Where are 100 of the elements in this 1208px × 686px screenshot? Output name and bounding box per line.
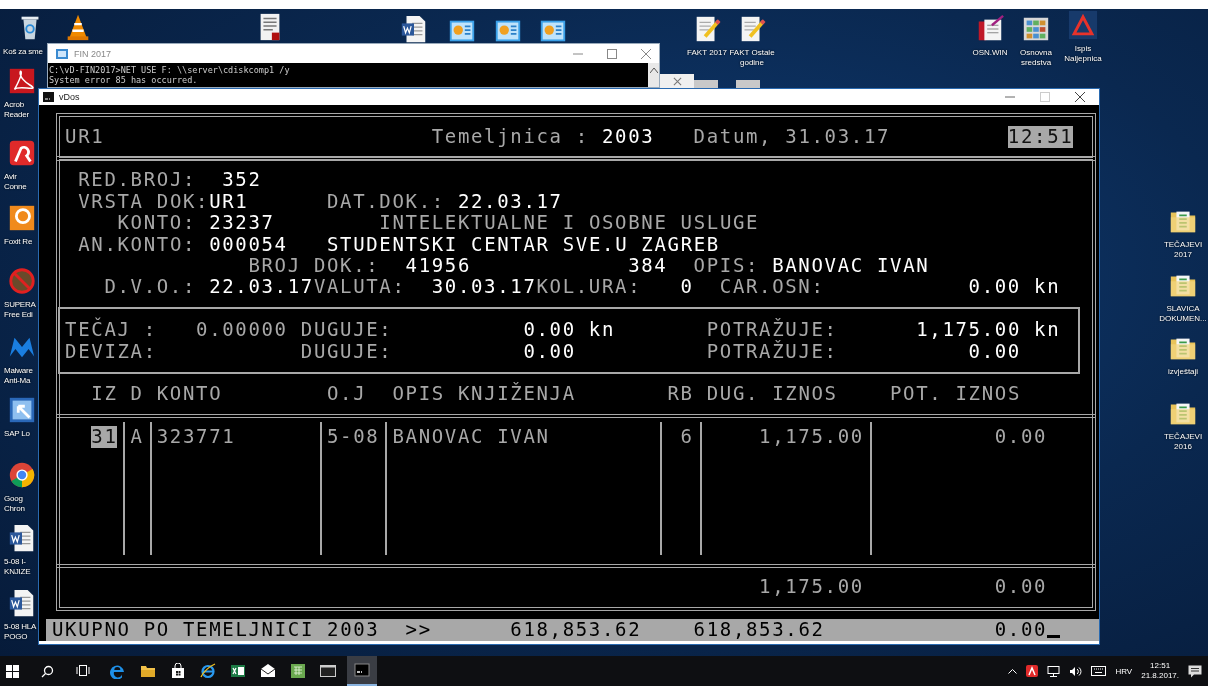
app-icon (110, 663, 126, 679)
text-cursor (1047, 634, 1061, 638)
field-label: Temeljnica : (431, 126, 589, 148)
icon-label: Foxit Re (4, 237, 33, 247)
table-cell: 5-08 (326, 426, 380, 448)
field-value: 0.00 kn (523, 319, 616, 341)
field-label: VALUTA: (313, 276, 406, 298)
status-text: >> (405, 619, 432, 641)
field-label: AN.KONTO: (78, 233, 197, 255)
field-value: 2003 (601, 126, 655, 148)
field-label: DUGUJE: (300, 340, 393, 363)
field-value: 384 (628, 254, 668, 277)
app-icon (170, 663, 186, 679)
icon-label: izvještaji (1166, 367, 1200, 377)
table-cell: 6 (680, 426, 694, 448)
icon-label: Malware Anti-Ma (4, 366, 33, 386)
icon-label: Koš za sme (3, 47, 43, 57)
field-label: DEVIZA: (65, 340, 157, 363)
notification-icon[interactable] (1188, 664, 1202, 678)
window-title: vDos (59, 92, 80, 102)
clock-date[interactable]: 21.8.2017. (1141, 671, 1179, 681)
table-cell: 1,175.00 (759, 426, 864, 448)
field-value: STUDENTSKI CENTAR SVE.U ZAGREB (326, 233, 720, 255)
field-value: 0.00 kn (968, 276, 1061, 298)
icon-label: OSN.WIN (971, 48, 1009, 58)
app-icon[interactable] (7, 138, 37, 168)
maximize-icon[interactable] (607, 48, 617, 59)
circle-logo-icon[interactable] (7, 460, 37, 490)
field-label: UR1 (65, 126, 105, 148)
clock-time[interactable]: 12:51 (1150, 661, 1171, 671)
windows-logo-icon[interactable] (6, 665, 19, 678)
icon-label: TEČAJEVI 2016 (1162, 432, 1204, 452)
icon-label: SUPERA Free Edi (4, 300, 36, 320)
total-amount: 0.00 (994, 576, 1048, 598)
field-label: KONTO: (117, 212, 197, 234)
field-label: BROJ DOK.: (248, 254, 380, 277)
keyboard-icon[interactable] (1091, 666, 1107, 676)
console-icon (354, 662, 370, 678)
icon-label: SAP Lo (4, 429, 30, 439)
volume-icon[interactable] (1069, 665, 1083, 677)
field-value: 000054 (209, 233, 288, 255)
column-header: D (130, 383, 144, 405)
status-text: 618,853.62 (693, 619, 825, 641)
shield-icon[interactable] (1026, 665, 1039, 677)
table-cell: BANOVAC IVAN (392, 426, 550, 448)
column-header: IZ (91, 383, 118, 405)
field-value: 0.00 (523, 340, 576, 363)
icon-label: Avir Conne (4, 172, 27, 192)
field-label: DAT.DOK.: (326, 190, 445, 213)
app-icon (200, 663, 216, 679)
column-header: KONTO (156, 383, 223, 405)
field-label: DUGUJE: (300, 319, 393, 341)
scrollbar[interactable] (648, 63, 659, 87)
column-header: RB (667, 383, 694, 405)
app-icon[interactable] (7, 203, 37, 233)
task-view-icon[interactable] (76, 665, 90, 676)
status-text: 0.00 (994, 619, 1048, 641)
console-icon (320, 663, 336, 679)
column-header: POT. IZNOS (890, 383, 1021, 405)
field-label: D.V.O.: (104, 276, 197, 298)
field-label: OPIS: (693, 254, 760, 277)
icon-label: 5-08 HLA POGO (4, 622, 37, 642)
app-icon (230, 663, 246, 679)
icon-label: TEČAJEVI 2017 (1162, 240, 1204, 260)
app-icon[interactable] (7, 66, 37, 96)
field-value: UR1 (209, 190, 249, 213)
field-value: 22.03.17 (457, 190, 563, 213)
console-line: C:\vD-FIN2017>NET USE F: \\server\cdiskcomp1 /y (49, 65, 291, 75)
network-icon[interactable] (1047, 665, 1061, 677)
column-header: O.J (326, 383, 367, 405)
icon-label: Acrob Reader (4, 100, 30, 120)
field-value: 1,175.00 kn (916, 319, 1061, 341)
chevron-up-icon[interactable] (1008, 668, 1018, 674)
envelope-icon (260, 663, 276, 679)
caret-icon[interactable] (649, 67, 658, 73)
status-text: UKUPNO PO TEMELJNICI 2003 (52, 619, 380, 641)
status-text: 618,853.62 (510, 619, 642, 641)
icon-label: Ispis Naljepnica (1063, 44, 1103, 64)
highlighted-cell: 31 (91, 426, 118, 448)
search-icon[interactable] (41, 665, 54, 678)
app-icon[interactable] (7, 395, 37, 425)
close-icon[interactable] (1075, 92, 1085, 102)
field-value: 22.03.17 (209, 276, 314, 298)
field-label: RED.BROJ: (78, 169, 197, 191)
field-value: 352 (222, 169, 262, 191)
field-label: VRSTA DOK: (78, 190, 210, 213)
icon-label: 5-08 I- KNJIZE (4, 557, 31, 577)
field-label: CAR.OSN: (719, 276, 825, 298)
folder-icon (140, 663, 156, 679)
field-value: 30.03.17 (431, 276, 537, 298)
console-line: System error 85 has occurred. (49, 75, 199, 85)
highlighted-field: 12:51 (1007, 126, 1074, 148)
taskbar-button[interactable] (347, 656, 377, 686)
icon-label: Osnovna sredstva (1019, 48, 1053, 68)
app-icon (56, 48, 68, 59)
field-label: TEČAJ : (65, 319, 157, 341)
icon-label: Goog Chron (4, 494, 25, 514)
table-cell: 323771 (156, 426, 236, 448)
language-indicator[interactable]: HRV (1115, 666, 1133, 676)
app-icon (290, 663, 306, 679)
